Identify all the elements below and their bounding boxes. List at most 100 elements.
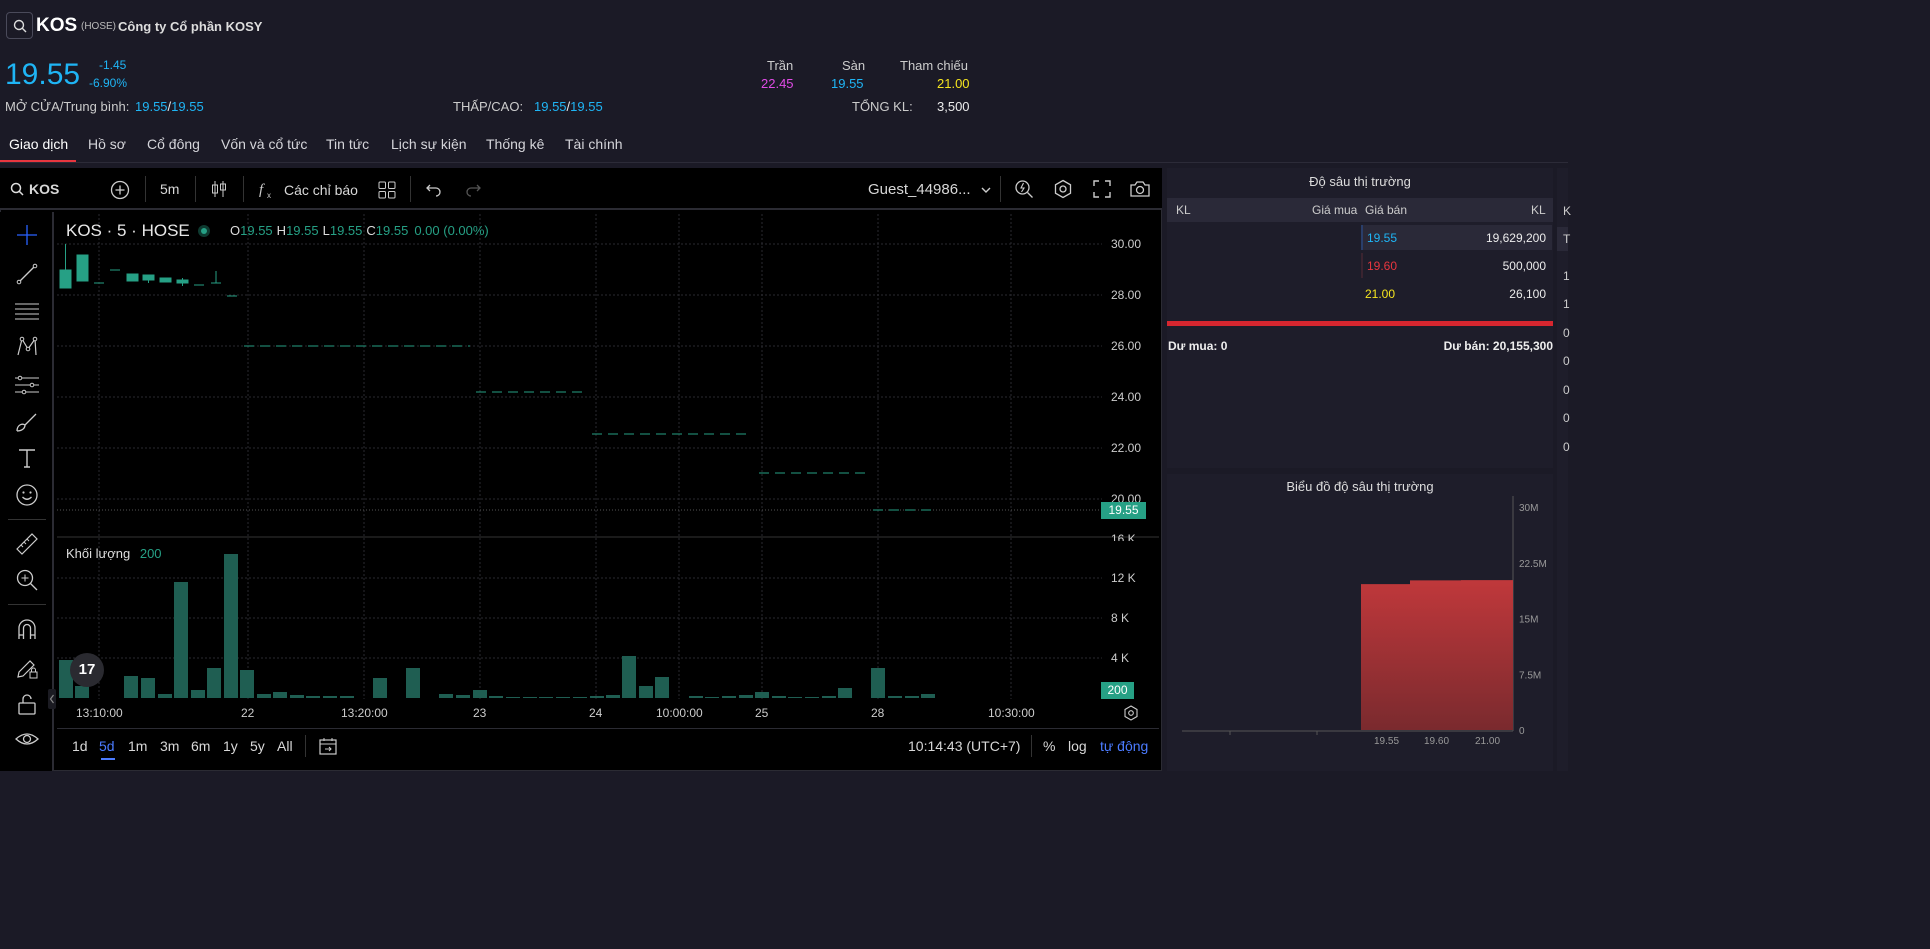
crosshair-tool[interactable] [14, 222, 40, 248]
settings-button[interactable] [1053, 179, 1073, 202]
ruler-tool[interactable] [14, 531, 40, 557]
tab-thong-ke[interactable]: Thống kê [486, 136, 544, 152]
search-button[interactable] [6, 12, 33, 39]
interval-button[interactable]: 5m [160, 181, 179, 197]
high-readout: 19.55 [286, 223, 319, 238]
range-1y[interactable]: 1y [223, 738, 238, 754]
log-toggle[interactable]: log [1068, 738, 1087, 754]
tab-giao-dich[interactable]: Giao dịch [9, 136, 68, 152]
ask-row[interactable]: 19.60 500,000 [1361, 253, 1552, 278]
horizontal-lines-tool[interactable] [14, 298, 40, 324]
volume-bar [456, 695, 470, 698]
axis-settings-button[interactable] [1123, 705, 1139, 724]
ceiling-label: Trần [767, 58, 794, 73]
ask-depth-area [1361, 580, 1513, 730]
total-vol-value: 3,500 [937, 99, 970, 114]
price-chart-canvas[interactable] [57, 214, 1159, 724]
lock-drawing-tool[interactable] [14, 655, 40, 681]
ask-row[interactable]: 21.00 26,100 [1361, 281, 1552, 306]
floor-label: Sàn [842, 58, 866, 73]
volume-bar [772, 696, 786, 698]
ask-price: 19.55 [1367, 231, 1398, 245]
redo-button[interactable] [464, 181, 482, 200]
range-5y[interactable]: 5y [250, 738, 265, 754]
indicators-button[interactable]: fx Các chỉ báo [258, 180, 358, 200]
ask-volume: 19,629,200 [1485, 231, 1546, 245]
open-avg-values: 19.55/19.55 [135, 99, 204, 114]
undo-button[interactable] [425, 181, 443, 200]
trend-line-tool[interactable] [14, 261, 40, 287]
time-axis-label: 13:10:00 [76, 706, 123, 720]
screenshot-button[interactable] [1129, 179, 1151, 202]
go-to-date-button[interactable] [318, 736, 338, 759]
text-tool[interactable] [14, 445, 40, 471]
range-3m[interactable]: 3m [160, 738, 179, 754]
depth-y-tick: 30M [1519, 503, 1538, 514]
tab-tai-chinh[interactable]: Tài chính [565, 136, 623, 152]
market-depth-panel: Độ sâu thị trường KL Giá mua Giá bán KL … [1167, 168, 1553, 468]
chart-legend-title: KOS · 5 · HOSE [66, 221, 190, 240]
fullscreen-button[interactable] [1092, 179, 1112, 202]
unlock-icon [18, 694, 36, 715]
ask-price: 21.00 [1365, 287, 1396, 301]
calendar-icon [319, 738, 337, 755]
volume-bar [622, 656, 636, 698]
clock[interactable]: 10:14:43 (UTC+7) [908, 738, 1020, 754]
pencil-lock-icon [17, 660, 38, 679]
tab-lich-su-kien[interactable]: Lịch sự kiện [391, 136, 467, 152]
collapse-toolbar-button[interactable] [48, 689, 56, 709]
company-name: Công ty Cổ phần KOSY [118, 19, 263, 34]
tab-co-dong[interactable]: Cổ đông [147, 136, 200, 152]
tradingview-logo[interactable]: 17 [70, 653, 104, 687]
volume-bar [871, 668, 885, 698]
brush-tool[interactable] [14, 409, 40, 435]
volume-tag: 200 [1101, 682, 1134, 699]
volume-bar [158, 694, 172, 698]
layouts-button[interactable] [378, 181, 396, 202]
depth-chart-canvas[interactable]: 30M 22.5M 15M 7.5M 0 19.55 19.60 21.00 [1167, 474, 1553, 771]
volume-bar [240, 670, 254, 698]
brush-icon [16, 413, 37, 432]
exchange-label: (HOSE) [81, 21, 116, 32]
horizontal-lines-icon [15, 303, 39, 320]
volume-bar [705, 697, 719, 698]
fib-tool[interactable] [14, 372, 40, 398]
volume-bar [340, 696, 354, 698]
tab-von-co-tuc[interactable]: Vốn và cổ tức [221, 136, 307, 152]
depth-header-row: KL Giá mua Giá bán KL [1167, 198, 1553, 222]
range-1d[interactable]: 1d [72, 738, 88, 754]
pattern-tool[interactable] [14, 334, 40, 360]
volume-bar [257, 694, 271, 698]
auto-toggle[interactable]: tự động [1100, 738, 1148, 754]
range-1m[interactable]: 1m [128, 738, 147, 754]
tab-tin-tuc[interactable]: Tin tức [326, 136, 369, 152]
volume-bar [406, 668, 420, 698]
price-chart[interactable]: KOS · 5 · HOSE O19.55 H19.55 L19.55 C19.55 0… [57, 214, 1159, 724]
user-menu[interactable]: Guest_44986... [868, 181, 991, 198]
visibility-tool[interactable] [14, 727, 40, 753]
toolbar-divider [195, 176, 196, 202]
volume-bar [689, 696, 703, 698]
symbol-search[interactable]: KOS [10, 181, 59, 197]
volume-bar [290, 695, 304, 698]
volume-bar [655, 677, 669, 698]
chevron-down-icon [981, 187, 991, 193]
volume-bar [556, 697, 570, 698]
emoji-tool[interactable] [14, 482, 40, 508]
range-all[interactable]: All [277, 738, 293, 754]
search-icon [10, 182, 24, 196]
range-6m[interactable]: 6m [191, 738, 210, 754]
magnet-tool[interactable] [14, 617, 40, 643]
volume-bar [75, 686, 89, 698]
ask-row[interactable]: 19.55 19,629,200 [1361, 225, 1552, 250]
range-5d[interactable]: 5d [99, 738, 115, 754]
time-axis-label: 28 [871, 706, 885, 720]
quick-search-button[interactable] [1014, 179, 1034, 202]
zoom-in-tool[interactable] [14, 567, 40, 593]
ref-value: 21.00 [937, 76, 970, 91]
percent-toggle[interactable]: % [1043, 738, 1055, 754]
lock-tool[interactable] [14, 691, 40, 717]
add-symbol-button[interactable] [110, 180, 130, 203]
chart-type-button[interactable] [210, 179, 228, 202]
tab-ho-so[interactable]: Hồ sơ [88, 136, 126, 152]
